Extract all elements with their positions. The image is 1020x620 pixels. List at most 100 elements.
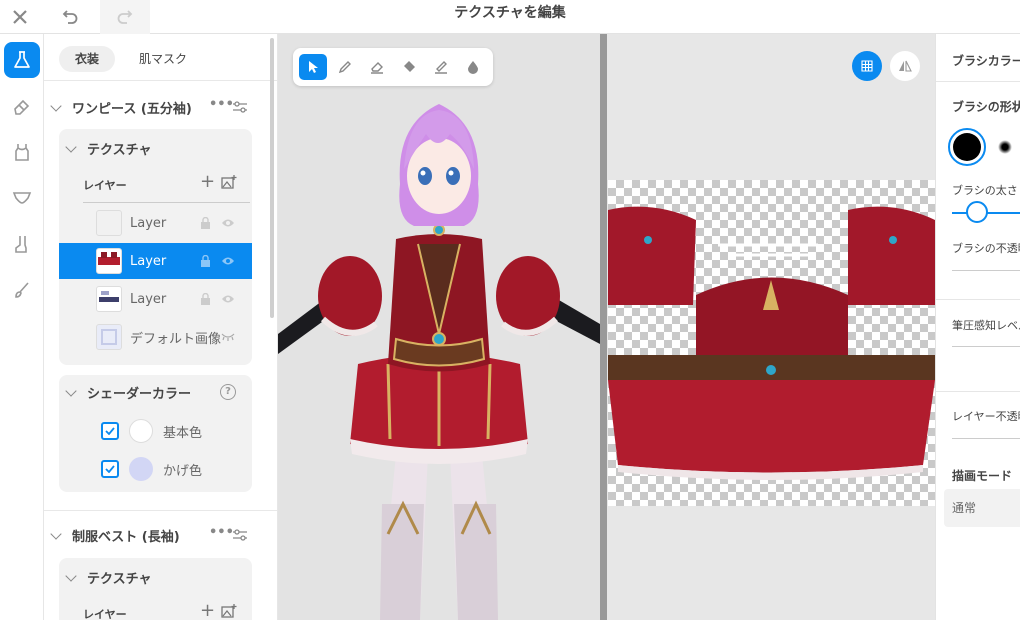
brush-size-label: ブラシの太さ <box>952 184 1018 197</box>
model-viewport[interactable] <box>278 34 600 620</box>
rail-item-top[interactable] <box>4 134 40 170</box>
texture-canvas[interactable] <box>608 180 935 506</box>
split-divider[interactable] <box>600 34 607 620</box>
section-header[interactable]: 制服ベスト (長袖) ••• <box>44 520 277 550</box>
shader-color-name: 基本色 <box>163 425 203 441</box>
section-title: ワンピース (五分袖) <box>72 101 192 117</box>
blur-tool[interactable] <box>459 54 487 80</box>
layers-panel: 衣装 肌マスク ワンピース (五分袖) ••• テクスチャ レイヤー + Lay… <box>44 34 278 620</box>
color-swatch[interactable] <box>129 457 153 481</box>
adjust-icon[interactable] <box>232 528 248 542</box>
shader-color-row: かげ色 <box>59 451 252 487</box>
rail-item-bottom[interactable] <box>4 180 40 216</box>
undo-button[interactable] <box>52 0 88 34</box>
eraser-icon <box>371 62 383 74</box>
eye-closed-icon[interactable] <box>221 332 235 342</box>
brush-size-slider-thumb[interactable] <box>966 201 988 223</box>
grid-icon <box>861 60 873 72</box>
paintbrush-icon <box>15 282 29 298</box>
layer-thumbnail <box>96 324 122 350</box>
chevron-down-icon <box>50 527 62 540</box>
redo-icon <box>117 10 133 24</box>
redo-button[interactable] <box>100 0 150 34</box>
layer-opacity-label: レイヤー不透明度 <box>952 410 1020 423</box>
underwear-icon <box>12 192 32 204</box>
page-title: テクスチャを編集 <box>454 5 566 21</box>
brush-color-label: ブラシカラー <box>952 54 1020 68</box>
rail-item-eraser[interactable] <box>4 88 40 124</box>
tab-costume[interactable]: 衣装 <box>59 46 116 72</box>
panel-tabs: 衣装 肌マスク <box>59 46 203 72</box>
layer-opacity-slider[interactable] <box>952 438 1020 439</box>
texture-header[interactable]: テクスチャ <box>59 562 151 592</box>
brush-opacity-slider[interactable] <box>952 270 1020 271</box>
help-icon[interactable]: ? <box>220 384 236 400</box>
brush-settings-panel: ブラシカラー ブラシの形状 ブラシの太さ ブラシの不透明度 筆圧感知レベル レイ… <box>935 34 1020 620</box>
lock-icon[interactable] <box>200 293 211 305</box>
more-icon[interactable]: ••• <box>209 525 234 540</box>
eraser-tool[interactable] <box>363 54 391 80</box>
chevron-down-icon <box>50 99 62 112</box>
brush-shape-hard[interactable] <box>948 128 986 166</box>
cursor-icon <box>309 61 318 73</box>
draw-mode-select[interactable]: 通常 <box>944 489 1020 527</box>
close-button[interactable] <box>0 0 40 34</box>
checkbox[interactable] <box>101 422 119 440</box>
texture-card: テクスチャ レイヤー + Layer Layer Layer デフォルト画像 <box>59 129 252 365</box>
panel-scrollbar[interactable] <box>270 38 274 318</box>
divider <box>936 299 1020 300</box>
tab-skin-mask[interactable]: 肌マスク <box>123 46 203 72</box>
shader-color-name: かげ色 <box>163 463 203 479</box>
draw-mode-label: 描画モード <box>952 469 1013 483</box>
sock-icon <box>15 236 27 253</box>
pen-tool[interactable] <box>331 54 359 80</box>
layer-row[interactable]: デフォルト画像 <box>59 319 252 355</box>
add-layer-icon[interactable]: + <box>200 600 215 620</box>
more-icon[interactable]: ••• <box>209 97 234 112</box>
texture-card: テクスチャ レイヤー + <box>59 558 252 620</box>
layer-row[interactable]: Layer <box>59 205 252 241</box>
rail-item-brush[interactable] <box>4 272 40 308</box>
layer-row[interactable]: Layer <box>59 281 252 317</box>
color-swatch[interactable] <box>129 419 153 443</box>
top-bar: テクスチャを編集 <box>0 0 1020 34</box>
texture-label: テクスチャ <box>87 571 152 587</box>
layer-name: Layer <box>130 291 167 307</box>
undo-icon <box>62 10 78 24</box>
section-onepiece: ワンピース (五分袖) ••• <box>44 92 277 122</box>
fill-tool[interactable] <box>395 54 423 80</box>
eye-icon[interactable] <box>221 255 235 267</box>
brush-shape-soft[interactable] <box>998 140 1012 154</box>
section-header[interactable]: ワンピース (五分袖) ••• <box>44 92 277 122</box>
eye-icon[interactable] <box>221 217 235 229</box>
checkbox[interactable] <box>101 460 119 478</box>
eraser-icon <box>14 99 30 115</box>
rail-item-sock[interactable] <box>4 226 40 262</box>
adjust-icon[interactable] <box>232 100 248 114</box>
shader-color-row: 基本色 <box>59 413 252 449</box>
grid-toggle-button[interactable] <box>852 51 882 81</box>
select-tool[interactable] <box>299 54 327 80</box>
chevron-down-icon <box>65 384 77 397</box>
shader-card: シェーダーカラー ? 基本色 かげ色 <box>59 375 252 492</box>
close-icon <box>13 10 27 24</box>
pressure-slider[interactable] <box>952 346 1020 347</box>
stamp-tool[interactable] <box>427 54 455 80</box>
lock-icon[interactable] <box>200 217 211 229</box>
brush-opacity-label: ブラシの不透明度 <box>952 242 1020 255</box>
texture-header[interactable]: テクスチャ <box>59 133 151 163</box>
divider <box>44 510 277 511</box>
layer-row[interactable]: Layer <box>59 243 252 279</box>
divider <box>936 81 1020 82</box>
hard-brush-icon <box>953 133 981 161</box>
add-image-icon[interactable] <box>221 175 237 189</box>
stamp-icon <box>435 61 447 74</box>
shader-header[interactable]: シェーダーカラー ? <box>59 377 252 407</box>
lock-icon[interactable] <box>200 255 211 267</box>
eye-icon[interactable] <box>221 293 235 305</box>
mirror-toggle-button[interactable] <box>890 51 920 81</box>
pressure-label: 筆圧感知レベル <box>952 319 1020 332</box>
rail-item-flask[interactable] <box>4 42 40 78</box>
add-layer-icon[interactable]: + <box>200 171 215 192</box>
add-image-icon[interactable] <box>221 604 237 618</box>
